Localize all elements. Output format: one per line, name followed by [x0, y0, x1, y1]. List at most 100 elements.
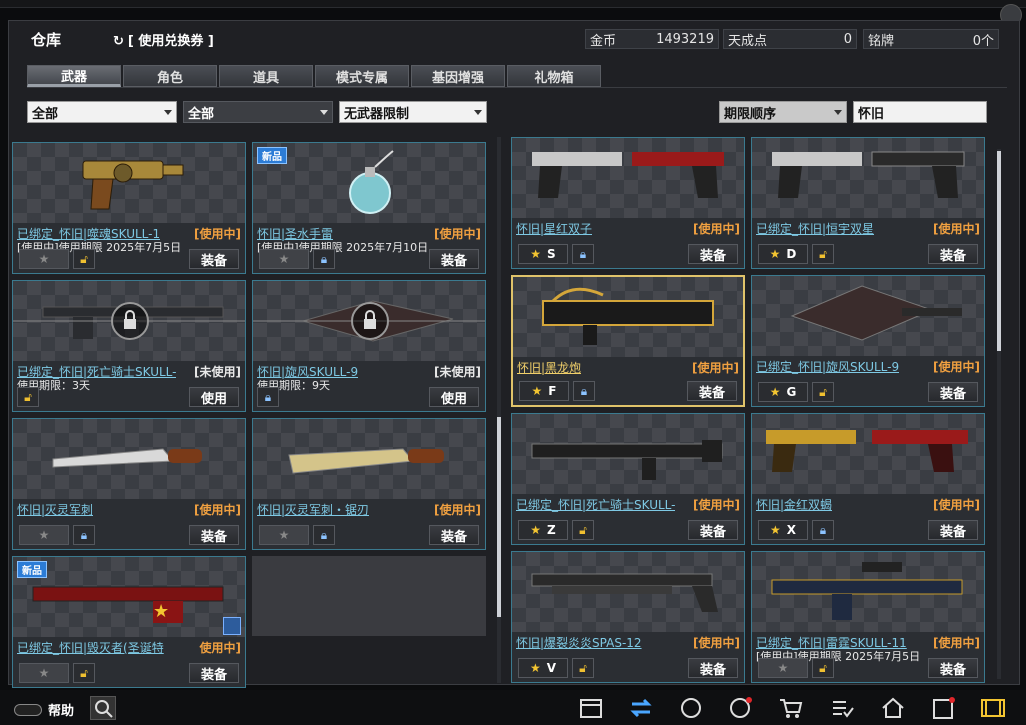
equip-button[interactable]: 装备 — [189, 249, 239, 269]
item-name[interactable]: 怀旧|爆裂炎炎SPAS-12 — [516, 634, 642, 651]
hotkey-star-button[interactable]: ★ G — [758, 382, 808, 402]
help-button[interactable]: 帮助 — [14, 700, 74, 719]
calendar-icon[interactable] — [578, 696, 604, 720]
tab-mode-exclusive[interactable]: 模式专属 — [315, 65, 409, 87]
equip-button[interactable]: 装备 — [189, 663, 239, 683]
lock-button[interactable]: 🔒︎ — [573, 381, 595, 401]
favorite-star-button[interactable]: ★ — [19, 249, 69, 269]
equip-button[interactable]: 装备 — [928, 658, 978, 678]
equip-button[interactable]: 装备 — [688, 244, 738, 264]
inventory-item[interactable]: 怀旧|灭灵军刺・锯刃 [使用中] ★ 🔒︎ 装备 — [252, 418, 486, 550]
inventory-item[interactable]: 怀旧|金红双蝎 [使用中] ★ X 🔒︎ 装备 — [751, 413, 985, 545]
filter-select-1[interactable]: 全部 — [27, 101, 177, 123]
search-button[interactable] — [90, 696, 116, 720]
inventory-item[interactable]: 怀旧|灭灵军刺 [使用中] ★ 🔒︎ 装备 — [12, 418, 246, 550]
home-icon[interactable] — [880, 696, 906, 720]
filter-select-2[interactable]: 全部 — [183, 101, 333, 123]
lock-button[interactable]: 🔓︎ — [812, 658, 834, 678]
right-scroll-thumb[interactable] — [997, 151, 1001, 351]
tab-items[interactable]: 道具 — [219, 65, 313, 87]
rank-icon[interactable] — [728, 696, 754, 720]
redeem-coupon-button[interactable]: ↻[ 使用兑换券 ] — [113, 30, 214, 49]
hotkey-star-button[interactable]: ★ V — [518, 658, 568, 678]
inventory-item[interactable]: 已绑定_怀旧|死亡骑士SKULL- [未使用] 使用期限：3天 🔓︎ 使用 — [12, 280, 246, 412]
star-icon: ★ — [769, 247, 781, 261]
item-name[interactable]: 怀旧|金红双蝎 — [756, 496, 832, 513]
use-button[interactable]: 使用 — [189, 387, 239, 407]
tab-gift-box[interactable]: 礼物箱 — [507, 65, 601, 87]
equip-button[interactable]: 装备 — [928, 520, 978, 540]
equip-button[interactable]: 装备 — [429, 525, 479, 545]
weapon-limit-select[interactable]: 无武器限制 — [339, 101, 487, 123]
item-name[interactable]: 怀旧|灭灵军刺・锯刃 — [257, 501, 369, 518]
lock-button[interactable]: 🔓︎ — [73, 249, 95, 269]
item-name[interactable]: 怀旧|灭灵军刺 — [17, 501, 93, 518]
favorite-star-button[interactable]: ★ — [19, 663, 69, 683]
lock-button[interactable]: 🔒︎ — [257, 387, 279, 407]
item-name[interactable]: 已绑定_怀旧|死亡骑士SKULL- — [516, 496, 675, 513]
inventory-item[interactable]: 怀旧|黑龙炮 [使用中] ★ F 🔒︎ 装备 — [511, 275, 745, 407]
right-scrollbar[interactable] — [997, 149, 1001, 679]
item-name[interactable]: 已绑定_怀旧|旋风SKULL-9 — [756, 358, 899, 375]
equip-button[interactable]: 装备 — [429, 249, 479, 269]
lock-button[interactable]: 🔓︎ — [17, 387, 39, 407]
item-name[interactable]: 已绑定_怀旧|恒宇双星 — [756, 220, 874, 237]
inventory-item[interactable]: 已绑定_怀旧|噬魂SKULL-1 [使用中] [使用中]使用期限 2025年7月… — [12, 142, 246, 274]
hotkey-star-button[interactable]: ★ S — [518, 244, 568, 264]
item-status: [使用中] — [691, 220, 740, 237]
left-scroll-thumb[interactable] — [497, 417, 501, 617]
lock-button[interactable]: 🔓︎ — [572, 658, 594, 678]
equip-button[interactable]: 装备 — [189, 525, 239, 545]
equip-button[interactable]: 装备 — [687, 381, 737, 401]
hotkey-star-button[interactable]: ★ F — [519, 381, 569, 401]
inventory-item[interactable]: 怀旧|旋风SKULL-9 [未使用] 使用期限：9天 🔒︎ 使用 — [252, 280, 486, 412]
lock-button[interactable]: 🔓︎ — [73, 663, 95, 683]
inventory-item[interactable]: ★ 新品 已绑定_怀旧|毁灭者(圣诞特 使用中] ★ 🔓︎ 装备 — [12, 556, 246, 688]
equip-button[interactable]: 装备 — [928, 244, 978, 264]
equip-button[interactable]: 装备 — [928, 382, 978, 402]
clipboard-icon[interactable] — [930, 696, 956, 720]
hotkey-label: D — [786, 247, 797, 261]
lock-button[interactable]: 🔓︎ — [812, 244, 834, 264]
lock-button[interactable]: 🔒︎ — [313, 249, 335, 269]
item-name[interactable]: 已绑定_怀旧|毁灭者(圣诞特 — [17, 639, 164, 656]
inventory-item[interactable]: 怀旧|星红双子 [使用中] ★ S 🔒︎ 装备 — [511, 137, 745, 269]
favorite-star-button[interactable]: ★ — [259, 249, 309, 269]
lock-button[interactable]: 🔒︎ — [812, 520, 834, 540]
lock-button[interactable]: 🔒︎ — [73, 525, 95, 545]
sort-select[interactable]: 期限顺序 — [719, 101, 847, 123]
hotkey-star-button[interactable]: ★ Z — [518, 520, 568, 540]
equip-button[interactable]: 装备 — [688, 520, 738, 540]
favorite-star-button[interactable]: ★ — [259, 525, 309, 545]
inventory-item[interactable]: 已绑定_怀旧|死亡骑士SKULL- [使用中] ★ Z 🔓︎ 装备 — [511, 413, 745, 545]
tab-weapons[interactable]: 武器 — [27, 65, 121, 87]
use-button[interactable]: 使用 — [429, 387, 479, 407]
swap-icon[interactable] — [628, 696, 654, 720]
wrench-icon[interactable] — [223, 617, 241, 635]
hotkey-star-button[interactable]: ★ D — [758, 244, 808, 264]
compass-icon[interactable] — [678, 696, 704, 720]
tab-characters[interactable]: 角色 — [123, 65, 217, 87]
lock-button[interactable]: 🔓︎ — [812, 382, 834, 402]
lock-button[interactable]: 🔒︎ — [572, 244, 594, 264]
star-icon: ★ — [38, 528, 50, 542]
item-name[interactable]: 怀旧|黑龙炮 — [517, 359, 581, 376]
lock-button[interactable]: 🔒︎ — [313, 525, 335, 545]
hotkey-star-button[interactable]: ★ X — [758, 520, 808, 540]
inventory-item[interactable]: 已绑定_怀旧|恒宇双星 [使用中] ★ D 🔓︎ 装备 — [751, 137, 985, 269]
checklist-icon[interactable] — [830, 696, 856, 720]
favorite-star-button[interactable]: ★ — [758, 658, 808, 678]
equip-button[interactable]: 装备 — [688, 658, 738, 678]
search-input[interactable]: 怀旧 — [853, 101, 987, 123]
inventory-item[interactable]: 怀旧|爆裂炎炎SPAS-12 [使用中] ★ V 🔓︎ 装备 — [511, 551, 745, 683]
tab-gene-enhance[interactable]: 基因增强 — [411, 65, 505, 87]
item-name[interactable]: 怀旧|星红双子 — [516, 220, 592, 237]
inventory-item[interactable]: 已绑定_怀旧|旋风SKULL-9 [使用中] ★ G 🔓︎ 装备 — [751, 275, 985, 407]
left-scrollbar[interactable] — [497, 137, 501, 683]
shop-cart-icon[interactable] — [778, 696, 804, 720]
inventory-item[interactable]: 新品 怀旧|圣水手雷 [使用中] [使用中]使用期限 2025年7月10日 ★ … — [252, 142, 486, 274]
inventory-item[interactable]: 已绑定_怀旧|雷霆SKULL-11 [使用中] [使用中]使用期限 2025年7… — [751, 551, 985, 683]
favorite-star-button[interactable]: ★ — [19, 525, 69, 545]
film-icon[interactable] — [980, 696, 1006, 720]
lock-button[interactable]: 🔓︎ — [572, 520, 594, 540]
